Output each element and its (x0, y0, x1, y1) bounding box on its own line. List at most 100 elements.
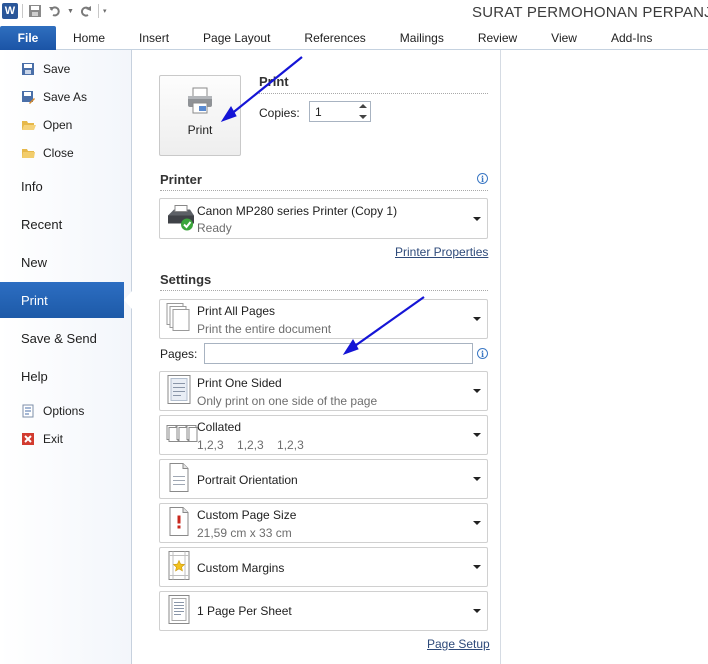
chevron-down-icon (473, 565, 481, 569)
copies-spinner[interactable]: 1 (309, 101, 371, 122)
printer-heading: Printer (160, 172, 202, 187)
all-pages-icon (166, 303, 192, 336)
nav-item-help[interactable]: Help (0, 358, 132, 394)
tab-file[interactable]: File (0, 26, 56, 50)
nav-save-as-label: Save As (43, 90, 88, 104)
tab-insert[interactable]: Insert (122, 26, 186, 50)
divider (160, 190, 488, 191)
info-icon[interactable]: i (477, 348, 488, 359)
nav-item-print[interactable]: Print (0, 282, 124, 318)
tab-home[interactable]: Home (56, 26, 122, 50)
one-sided-icon (166, 375, 192, 408)
nav-save-label: Save (43, 62, 71, 76)
close-folder-icon (20, 145, 36, 161)
undo-icon[interactable] (47, 3, 63, 19)
redo-icon[interactable] (78, 3, 94, 19)
nav-close-label: Close (43, 146, 74, 160)
tab-page-layout[interactable]: Page Layout (186, 26, 287, 50)
pages-label: Pages: (160, 347, 198, 361)
printer-icon (185, 86, 215, 119)
qat-separator (22, 4, 23, 18)
margins-dropdown[interactable]: Custom Margins (159, 547, 488, 587)
orientation-title: Portrait Orientation (197, 473, 298, 487)
undo-dropdown-icon[interactable]: ▼ (67, 8, 74, 15)
pages-input[interactable] (204, 343, 473, 364)
page-size-subtitle: 21,59 cm x 33 cm (197, 526, 292, 540)
printer-ready-icon (166, 203, 196, 234)
page-setup-link[interactable]: Page Setup (427, 637, 490, 651)
copies-label: Copies: (259, 106, 300, 120)
nav-exit-label: Exit (43, 432, 64, 446)
print-range-title: Print All Pages (197, 304, 276, 318)
open-folder-icon (20, 117, 36, 133)
increment-icon[interactable] (359, 104, 367, 108)
divider (160, 290, 488, 291)
nav-item-recent[interactable]: Recent (0, 206, 132, 242)
collation-dropdown[interactable]: Collated 1,2,3 1,2,3 1,2,3 (159, 415, 488, 455)
backstage-nav: Save Save As Open Close Info Recent New … (0, 50, 132, 664)
nav-open-label: Open (43, 118, 73, 132)
chevron-down-icon (473, 389, 481, 393)
print-button[interactable]: Print (159, 75, 241, 156)
nav-item-save-send[interactable]: Save & Send (0, 320, 132, 356)
exit-icon (20, 431, 36, 447)
ribbon-tabs: Home Insert Page Layout References Maili… (56, 26, 669, 50)
title-bar: W ▼ ▾ SURAT PERMOHONAN PERPANJAN (0, 0, 708, 26)
print-heading: Print (259, 74, 289, 89)
tab-mailings[interactable]: Mailings (383, 26, 461, 50)
collated-icon (166, 423, 198, 448)
ribbon-tab-bar: File Home Insert Page Layout References … (0, 26, 708, 50)
active-item-pointer (124, 291, 132, 309)
chevron-down-icon (473, 433, 481, 437)
word-app-icon[interactable]: W (2, 3, 18, 19)
save-icon (20, 61, 36, 77)
page-size-dropdown[interactable]: Custom Page Size 21,59 cm x 33 cm (159, 503, 488, 543)
nav-save[interactable]: Save (20, 58, 70, 80)
options-icon (20, 403, 36, 419)
copies-spin-arrows[interactable] (356, 102, 370, 121)
settings-heading: Settings (160, 272, 212, 287)
nav-options-label: Options (43, 404, 85, 418)
pages-per-sheet-dropdown[interactable]: 1 Page Per Sheet (159, 591, 488, 631)
printer-dropdown[interactable]: Canon MP280 series Printer (Copy 1) Read… (159, 198, 488, 239)
document-title: SURAT PERMOHONAN PERPANJAN (472, 4, 708, 21)
portrait-icon (166, 463, 192, 496)
print-range-subtitle: Print the entire document (197, 322, 332, 336)
chevron-down-icon (473, 477, 481, 481)
sides-dropdown[interactable]: Print One Sided Only print on one side o… (159, 371, 488, 411)
margins-title: Custom Margins (197, 561, 285, 575)
customize-qat-icon[interactable]: ▾ (103, 7, 107, 15)
print-settings-panel: Print Print Copies: 1 Printer i Canon MP… (132, 50, 501, 664)
nav-open[interactable]: Open (20, 114, 72, 136)
pages-per-sheet-icon (166, 595, 192, 628)
sides-subtitle: Only print on one side of the page (197, 394, 378, 408)
nav-item-info[interactable]: Info (0, 168, 132, 204)
save-as-icon (20, 89, 36, 105)
sides-title: Print One Sided (197, 376, 282, 390)
info-icon[interactable]: i (477, 173, 488, 184)
chevron-down-icon (473, 521, 481, 525)
tab-review[interactable]: Review (461, 26, 534, 50)
margins-icon (166, 551, 192, 584)
nav-item-new[interactable]: New (0, 244, 132, 280)
tab-view[interactable]: View (534, 26, 594, 50)
chevron-down-icon (473, 216, 481, 221)
save-icon[interactable] (27, 3, 43, 19)
print-button-label: Print (187, 123, 213, 137)
page-size-title: Custom Page Size (197, 508, 297, 522)
tab-references[interactable]: References (287, 26, 382, 50)
tab-add-ins[interactable]: Add-Ins (594, 26, 669, 50)
nav-exit[interactable]: Exit (20, 428, 63, 450)
print-range-dropdown[interactable]: Print All Pages Print the entire documen… (159, 299, 488, 339)
printer-properties-link[interactable]: Printer Properties (395, 245, 488, 259)
nav-close[interactable]: Close (20, 142, 74, 164)
orientation-dropdown[interactable]: Portrait Orientation (159, 459, 488, 499)
decrement-icon[interactable] (359, 115, 367, 119)
pages-per-sheet-title: 1 Page Per Sheet (197, 604, 292, 618)
copies-value[interactable]: 1 (315, 105, 322, 119)
quick-access-toolbar: W ▼ ▾ (2, 3, 106, 19)
printer-name: Canon MP280 series Printer (Copy 1) (197, 204, 398, 218)
nav-options[interactable]: Options (20, 400, 84, 422)
divider (259, 93, 488, 94)
nav-save-as[interactable]: Save As (20, 86, 87, 108)
